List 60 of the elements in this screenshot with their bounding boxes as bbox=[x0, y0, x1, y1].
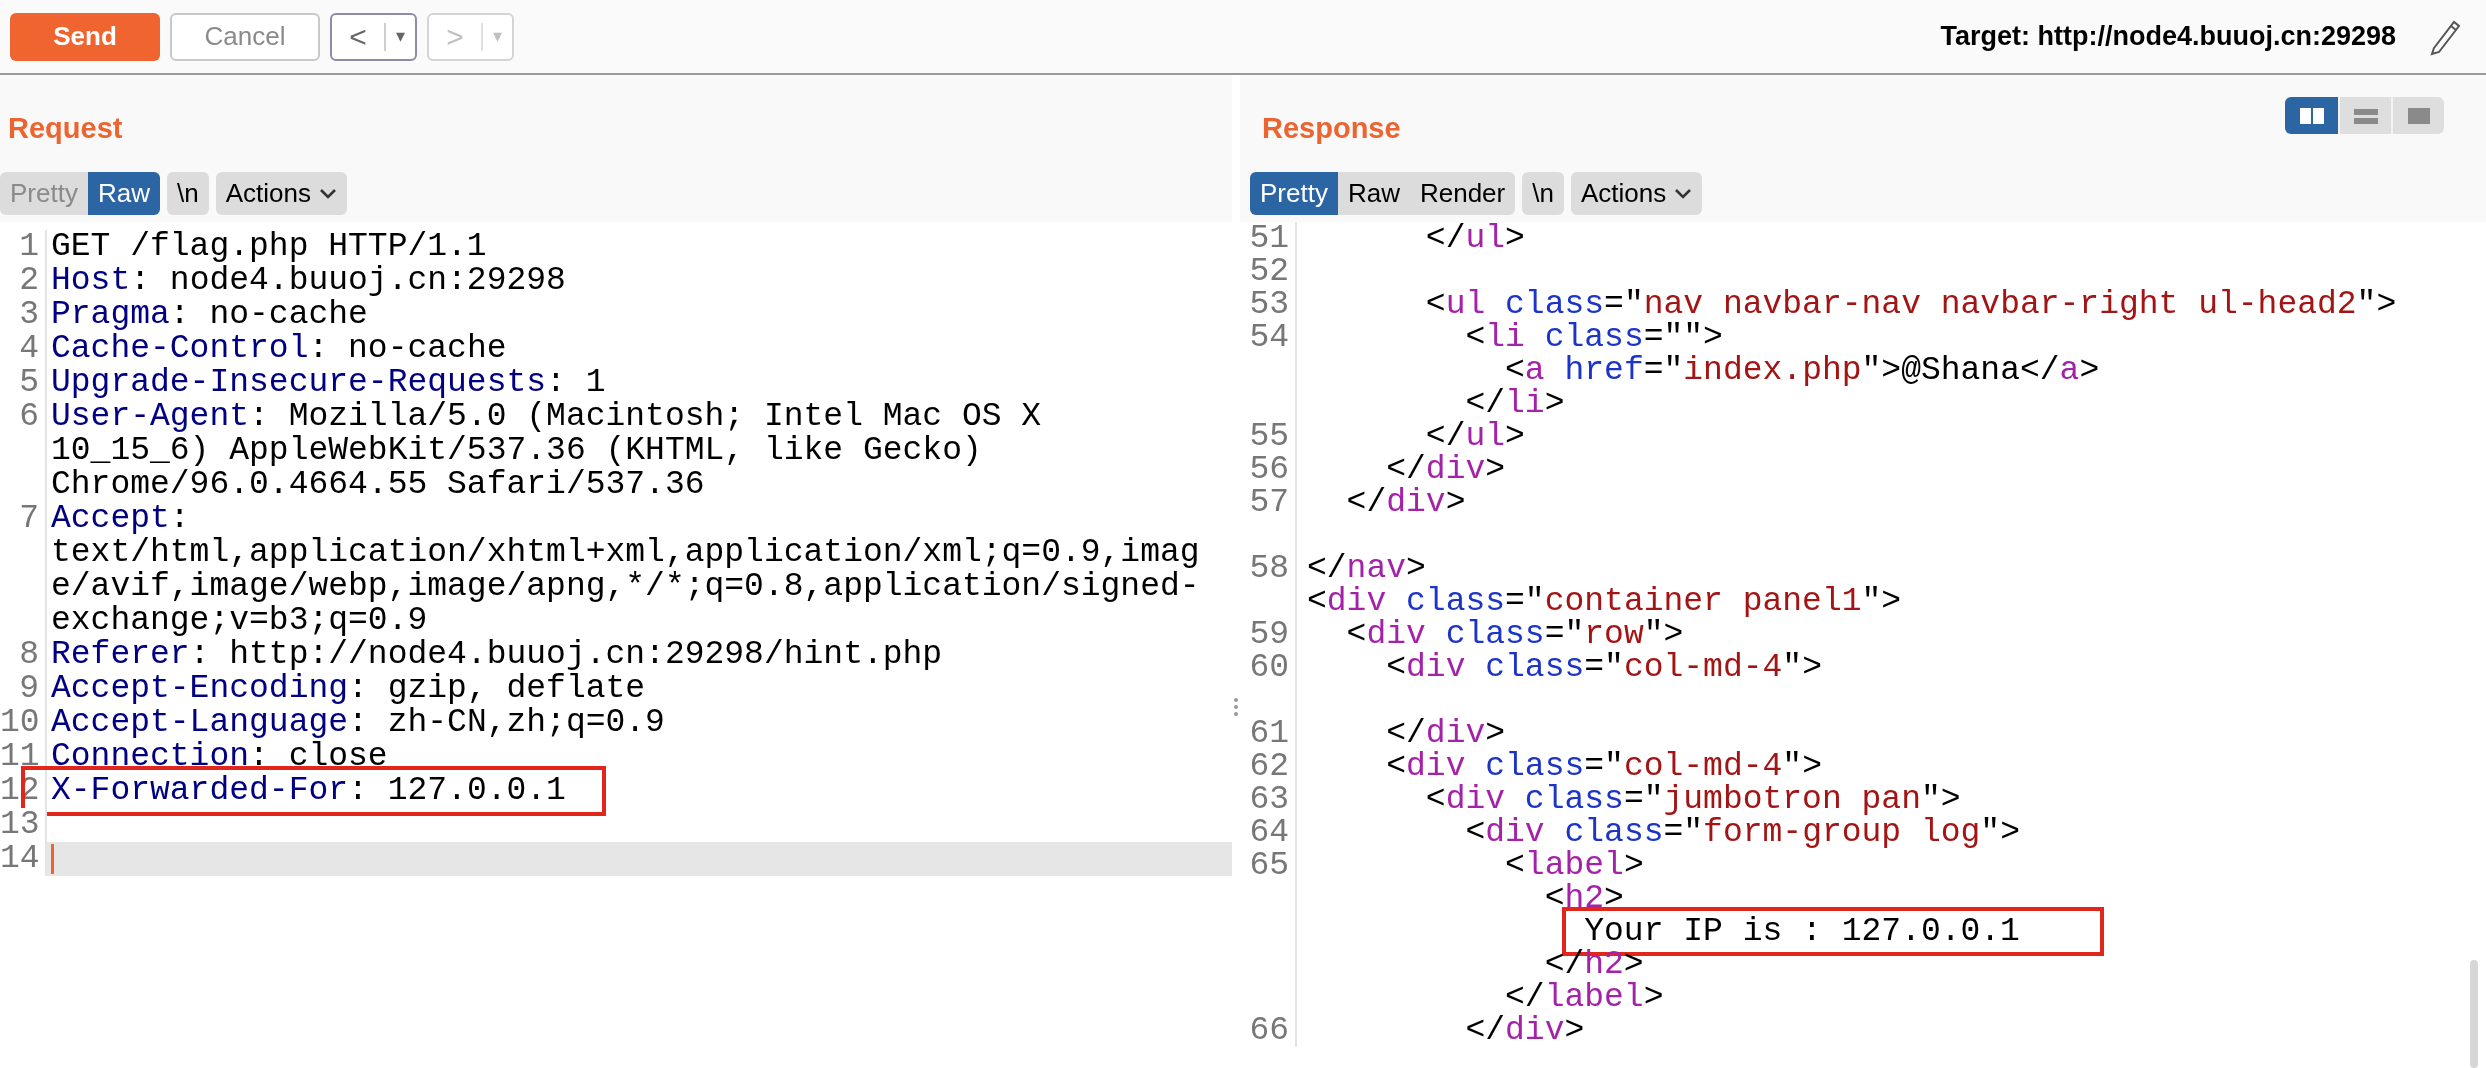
layout-toggle-button[interactable] bbox=[2338, 97, 2391, 134]
code-line: e/avif,image/webp,image/apng,*/*;q=0.8,application/signed- bbox=[51, 568, 1200, 605]
code-line: GET /flag.php HTTP/1.1 bbox=[51, 228, 487, 265]
code-editor[interactable] bbox=[1240, 222, 2486, 1068]
line-number: 3 bbox=[19, 296, 39, 333]
code-line: User-Agent: Mozilla/5.0 (Macintosh; Intel Mac OS X bbox=[51, 398, 1042, 435]
line-number: 66 bbox=[1249, 1012, 1289, 1049]
line-number: 5 bbox=[19, 364, 39, 401]
view-tab[interactable]: Raw bbox=[87, 172, 160, 215]
code-editor[interactable] bbox=[0, 222, 1232, 1068]
line-number: 7 bbox=[19, 500, 39, 537]
code-line: Cache-Control: no-cache bbox=[51, 330, 507, 367]
scrollbar-thumb[interactable] bbox=[2470, 960, 2478, 1068]
code-line: Accept-Encoding: gzip, deflate bbox=[51, 670, 646, 707]
cancel-button[interactable]: Cancel bbox=[170, 12, 320, 61]
line-number: 58 bbox=[1249, 550, 1289, 587]
single-pane-icon bbox=[2406, 107, 2431, 124]
pane-title: Response bbox=[1262, 110, 1401, 146]
code-line: 10_15_6) AppleWebKit/537.36 (KHTML, like Gecko) bbox=[51, 432, 982, 469]
code-line: Referer: http://node4.buuoj.cn:29298/hint.php bbox=[51, 636, 943, 673]
line-number: 6 bbox=[19, 398, 39, 435]
line-number: 9 bbox=[19, 670, 39, 707]
code-line: Upgrade-Insecure-Requests: 1 bbox=[51, 364, 606, 401]
actions-dropdown[interactable]: Actions bbox=[1570, 172, 1703, 215]
line-number: 11 bbox=[0, 738, 40, 775]
line-number: 14 bbox=[0, 840, 40, 877]
send-button[interactable]: Send bbox=[10, 12, 160, 61]
code-line: Accept: bbox=[51, 500, 190, 537]
layout-toggle-button[interactable] bbox=[2285, 97, 2338, 134]
view-tab[interactable]: Render bbox=[1409, 172, 1516, 215]
newline-toggle-button[interactable]: \n bbox=[166, 172, 209, 215]
code-line: text/html,application/xhtml+xml,application/xml;q=0.9,imag bbox=[51, 534, 1200, 571]
back-button[interactable]: < ▾ bbox=[330, 12, 417, 61]
line-number: 4 bbox=[19, 330, 39, 367]
view-tab[interactable]: Raw bbox=[1337, 172, 1410, 215]
columns-layout-icon bbox=[2299, 107, 2324, 124]
layout-toggle-button[interactable] bbox=[2391, 97, 2444, 134]
view-tab[interactable]: Pretty bbox=[1250, 172, 1338, 215]
code-line: </ul> bbox=[1425, 222, 1525, 257]
rows-layout-icon bbox=[2353, 107, 2378, 124]
line-number: 8 bbox=[19, 636, 39, 673]
code-line: Chrome/96.0.4664.55 Safari/537.36 bbox=[51, 466, 705, 503]
newline-toggle-button[interactable]: \n bbox=[1522, 172, 1564, 215]
text-cursor bbox=[51, 844, 54, 874]
target-label: Target: http://node4.buuoj.cn:29298 bbox=[1940, 20, 2396, 54]
actions-dropdown[interactable]: Actions bbox=[215, 172, 347, 215]
code-line: Pragma: no-cache bbox=[51, 296, 368, 333]
code-line: exchange;v=b3;q=0.9 bbox=[51, 602, 428, 639]
line-number: 10 bbox=[0, 704, 40, 741]
line-number: 1 bbox=[19, 228, 39, 265]
pane-title: Request bbox=[8, 110, 123, 146]
split-handle-icon[interactable] bbox=[1234, 696, 1238, 717]
line-number: 2 bbox=[19, 262, 39, 299]
code-line: Host: node4.buuoj.cn:29298 bbox=[51, 262, 566, 299]
chevron-down-icon bbox=[318, 188, 337, 199]
line-number: 13 bbox=[0, 806, 40, 843]
code-line: Connection: close bbox=[51, 738, 388, 775]
highlighted-code-line: X-Forwarded-For: 127.0.0.1 bbox=[51, 772, 566, 809]
chevron-down-icon bbox=[1674, 188, 1693, 199]
code-line: Accept-Language: zh-CN,zh;q=0.9 bbox=[51, 704, 665, 741]
